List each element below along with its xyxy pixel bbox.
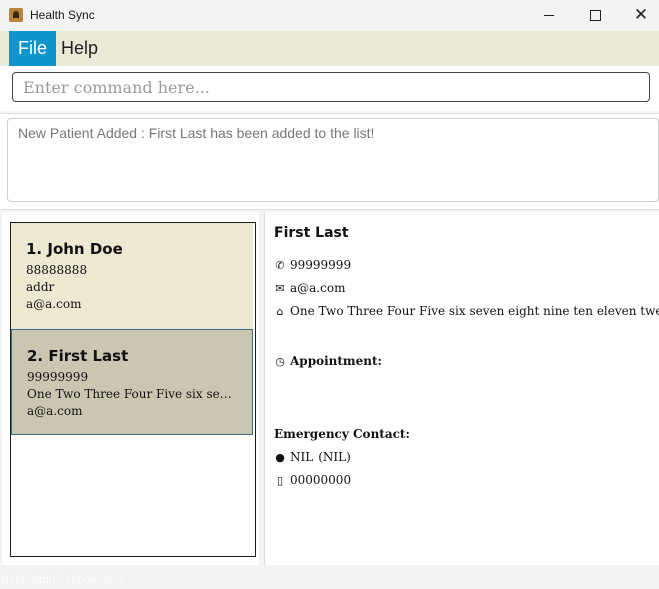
patient-card[interactable]: 1. John Doe 88888888 addr a@a.com [11, 223, 253, 329]
close-icon: ✕ [633, 5, 649, 25]
phone-icon: ✆ [275, 258, 285, 272]
maximize-button[interactable] [572, 0, 618, 31]
home-icon: ⌂ [276, 304, 284, 318]
emergency-phone-row: ▯ 00000000 [274, 473, 351, 487]
status-file-path: data/addressbook.json [2, 572, 123, 586]
patient-list[interactable]: 1. John Doe 88888888 addr a@a.com 2. Fir… [10, 222, 256, 557]
command-box [0, 66, 659, 111]
clock-icon: ◷ [275, 354, 285, 368]
detail-address-row: ⌂ One Two Three Four Five six seven eigh… [274, 304, 659, 318]
detail-phone-row: ✆ 99999999 [274, 258, 351, 272]
detail-email: a@a.com [290, 281, 346, 295]
patient-name: 1. John Doe [26, 240, 123, 258]
emergency-name-row: ● NIL (NIL) [274, 450, 351, 464]
command-input[interactable] [12, 72, 650, 102]
person-icon: ● [275, 450, 285, 464]
patient-email: a@a.com [26, 297, 82, 311]
patient-phone: 99999999 [27, 370, 89, 384]
detail-phone: 99999999 [290, 258, 352, 272]
detail-name: First Last [274, 225, 349, 241]
patient-address: addr [26, 280, 55, 294]
emergency-heading: Emergency Contact: [274, 427, 410, 441]
patient-detail-panel: First Last ✆ 99999999 ✉ a@a.com ⌂ One Tw… [264, 212, 659, 565]
minimize-icon [544, 15, 554, 16]
menu-help[interactable]: Help [52, 31, 107, 66]
menu-bar: File Help [0, 31, 659, 66]
close-button[interactable]: ✕ [618, 0, 659, 31]
result-message: New Patient Added : First Last has been … [7, 118, 659, 202]
patient-email: a@a.com [27, 404, 83, 418]
detail-email-row: ✉ a@a.com [274, 281, 345, 295]
patient-address: One Two Three Four Five six seven eight … [27, 387, 237, 401]
appointment-heading: ◷ Appointment: [274, 354, 382, 368]
result-display: New Patient Added : First Last has been … [0, 113, 659, 210]
app-icon [9, 8, 23, 22]
patient-card-selected[interactable]: 2. First Last 99999999 One Two Three Fou… [11, 329, 253, 435]
title-bar: Health Sync ✕ [0, 0, 659, 31]
emergency-label: Emergency Contact: [274, 427, 410, 441]
status-bar: data/addressbook.json [0, 569, 659, 589]
maximize-icon [589, 10, 601, 21]
emergency-name: NIL [290, 450, 314, 464]
detail-address: One Two Three Four Five six seven eight … [290, 304, 659, 318]
window-title: Health Sync [30, 8, 95, 22]
appointment-label: Appointment: [290, 354, 382, 368]
emergency-relation: (NIL) [318, 450, 351, 464]
emergency-phone: 00000000 [290, 473, 352, 487]
minimize-button[interactable] [526, 0, 572, 31]
mobile-icon: ▯ [276, 473, 284, 487]
mail-icon: ✉ [275, 281, 285, 295]
patient-list-panel: 1. John Doe 88888888 addr a@a.com 2. Fir… [2, 212, 259, 565]
patient-phone: 88888888 [26, 263, 88, 277]
menu-file[interactable]: File [9, 31, 57, 66]
patient-name: 2. First Last [27, 347, 129, 365]
